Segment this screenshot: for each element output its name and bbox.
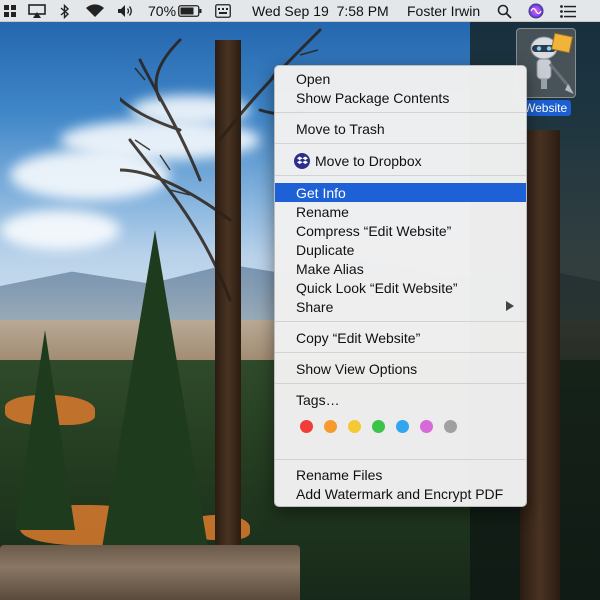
menu-item-move-to-dropbox[interactable]: Move to Dropbox — [275, 151, 526, 170]
menu-item-label: Get Info — [296, 184, 346, 201]
wallpaper-cloud — [0, 210, 120, 250]
window-tiling-icon[interactable] — [4, 0, 18, 22]
menu-item-label: Move to Dropbox — [315, 152, 422, 169]
menu-item-label: Compress “Edit Website” — [296, 222, 452, 239]
menu-separator — [275, 143, 526, 144]
bluetooth-icon[interactable] — [60, 0, 74, 22]
menu-item-share[interactable]: Share — [275, 297, 526, 316]
menu-separator — [275, 175, 526, 176]
dropbox-icon — [294, 152, 310, 169]
keyboard-input-icon[interactable] — [215, 0, 233, 22]
tag-color-orange[interactable] — [324, 420, 337, 433]
menu-separator — [275, 383, 526, 384]
tag-color-gray[interactable] — [444, 420, 457, 433]
menu-item-label: Show Package Contents — [296, 89, 450, 106]
automator-robot-icon — [530, 32, 574, 94]
menu-item-add-watermark-encrypt-pdf[interactable]: Add Watermark and Encrypt PDF — [275, 484, 526, 503]
menu-item-show-view-options[interactable]: Show View Options — [275, 359, 526, 378]
wifi-icon[interactable] — [85, 0, 107, 22]
menu-item-label: Open — [296, 70, 331, 87]
menu-item-duplicate[interactable]: Duplicate — [275, 240, 526, 259]
menu-bar: 70% Wed Sep 19 7:58 PM Foster Irwin — [0, 0, 600, 22]
submenu-arrow-icon — [506, 301, 514, 311]
menu-separator — [275, 352, 526, 353]
menu-item-label: Move to Trash — [296, 120, 385, 137]
menu-item-rename-files[interactable]: Rename Files — [275, 465, 526, 484]
tag-color-purple[interactable] — [420, 420, 433, 433]
menu-separator — [275, 321, 526, 322]
tag-color-green[interactable] — [372, 420, 385, 433]
tag-color-blue[interactable] — [396, 420, 409, 433]
menu-item-get-info[interactable]: Get Info — [275, 183, 526, 202]
tag-color-red[interactable] — [300, 420, 313, 433]
menu-item-label: Share — [296, 298, 334, 315]
menu-item-label: Quick Look “Edit Website” — [296, 279, 458, 296]
menu-item-copy[interactable]: Copy “Edit Website” — [275, 328, 526, 347]
menu-item-quick-look[interactable]: Quick Look “Edit Website” — [275, 278, 526, 297]
menu-item-label: Tags… — [296, 391, 340, 408]
menu-separator — [275, 112, 526, 113]
notification-center-icon[interactable] — [560, 0, 578, 22]
menu-item-label: Rename Files — [296, 466, 383, 483]
menu-separator — [275, 459, 526, 460]
tag-color-yellow[interactable] — [348, 420, 361, 433]
battery-icon[interactable] — [178, 0, 204, 22]
volume-icon[interactable] — [117, 0, 137, 22]
menu-item-make-alias[interactable]: Make Alias — [275, 259, 526, 278]
battery-percentage: 70% — [148, 3, 177, 19]
menu-bar-clock[interactable]: Wed Sep 19 7:58 PM — [252, 3, 389, 19]
fast-user-switching-name[interactable]: Foster Irwin — [407, 3, 480, 19]
finder-context-menu: Open Show Package Contents Move to Trash… — [274, 65, 527, 507]
menu-item-open[interactable]: Open — [275, 69, 526, 88]
airplay-icon[interactable] — [28, 0, 48, 22]
siri-icon[interactable] — [528, 0, 546, 22]
spotlight-search-icon[interactable] — [497, 0, 515, 22]
menu-item-tags[interactable]: Tags… — [275, 390, 526, 409]
menu-item-label: Rename — [296, 203, 349, 220]
menu-item-compress[interactable]: Compress “Edit Website” — [275, 221, 526, 240]
menu-item-rename[interactable]: Rename — [275, 202, 526, 221]
menu-item-label: Duplicate — [296, 241, 355, 258]
menu-item-label: Add Watermark and Encrypt PDF — [296, 485, 504, 502]
wallpaper-wooden-log — [0, 545, 300, 600]
desktop-icon-label: Website — [520, 100, 572, 116]
menu-item-label: Show View Options — [296, 360, 418, 377]
menu-item-label: Make Alias — [296, 260, 364, 277]
menu-item-show-package-contents[interactable]: Show Package Contents — [275, 88, 526, 107]
menu-item-move-to-trash[interactable]: Move to Trash — [275, 119, 526, 138]
menu-item-label: Copy “Edit Website” — [296, 329, 421, 346]
